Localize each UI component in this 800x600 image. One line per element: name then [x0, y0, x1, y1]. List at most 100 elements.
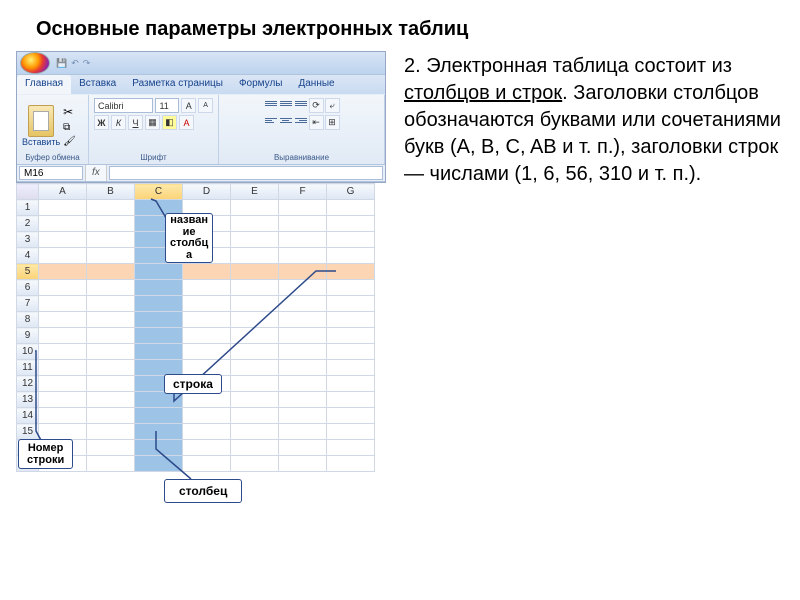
formula-bar[interactable]: [109, 166, 383, 180]
cell[interactable]: [231, 392, 279, 408]
cell[interactable]: [327, 232, 375, 248]
row-header[interactable]: 9: [17, 328, 39, 344]
wrap-text-button[interactable]: ⤶: [325, 98, 340, 113]
cell[interactable]: [39, 216, 87, 232]
cell[interactable]: [183, 424, 231, 440]
cell[interactable]: [327, 440, 375, 456]
cell[interactable]: [279, 360, 327, 376]
column-header[interactable]: G: [327, 184, 375, 200]
cell[interactable]: [39, 328, 87, 344]
cell[interactable]: [327, 280, 375, 296]
merge-button[interactable]: ⊞: [325, 115, 340, 130]
cell[interactable]: [39, 232, 87, 248]
cell[interactable]: [183, 344, 231, 360]
cell[interactable]: [231, 232, 279, 248]
cell[interactable]: [327, 424, 375, 440]
cell[interactable]: [231, 248, 279, 264]
cell[interactable]: [135, 408, 183, 424]
cell[interactable]: [231, 264, 279, 280]
cell[interactable]: [231, 360, 279, 376]
cell[interactable]: [327, 344, 375, 360]
cell[interactable]: [39, 344, 87, 360]
cell[interactable]: [279, 440, 327, 456]
cell[interactable]: [87, 216, 135, 232]
align-left-icon[interactable]: [264, 115, 278, 126]
cell[interactable]: [327, 248, 375, 264]
cell[interactable]: [87, 376, 135, 392]
tab-home[interactable]: Главная: [17, 75, 71, 94]
cell[interactable]: [279, 264, 327, 280]
cell[interactable]: [135, 312, 183, 328]
cell[interactable]: [135, 264, 183, 280]
cell[interactable]: [327, 328, 375, 344]
cell[interactable]: [87, 264, 135, 280]
cell[interactable]: [327, 408, 375, 424]
cell[interactable]: [39, 248, 87, 264]
cell[interactable]: [87, 392, 135, 408]
cell[interactable]: [279, 376, 327, 392]
cell[interactable]: [327, 456, 375, 472]
cell[interactable]: [135, 440, 183, 456]
cell[interactable]: [183, 328, 231, 344]
office-button-icon[interactable]: [20, 52, 50, 74]
tab-layout[interactable]: Разметка страницы: [124, 75, 231, 94]
cell[interactable]: [39, 280, 87, 296]
cell[interactable]: [39, 424, 87, 440]
decrease-indent-icon[interactable]: ⇤: [309, 115, 324, 130]
underline-button[interactable]: Ч: [128, 115, 143, 130]
paste-button[interactable]: Вставить: [22, 137, 60, 147]
column-header[interactable]: D: [183, 184, 231, 200]
cell[interactable]: [279, 344, 327, 360]
cell[interactable]: [231, 376, 279, 392]
cell[interactable]: [183, 264, 231, 280]
cell[interactable]: [183, 456, 231, 472]
cell[interactable]: [279, 408, 327, 424]
cell[interactable]: [183, 280, 231, 296]
cell[interactable]: [135, 344, 183, 360]
paste-icon[interactable]: [28, 105, 54, 137]
cell[interactable]: [87, 440, 135, 456]
border-button[interactable]: ▦: [145, 115, 160, 130]
cell[interactable]: [231, 424, 279, 440]
column-header[interactable]: B: [87, 184, 135, 200]
cell[interactable]: [87, 344, 135, 360]
fx-icon[interactable]: fx: [85, 165, 107, 181]
increase-font-icon[interactable]: A: [181, 98, 196, 113]
align-center-icon[interactable]: [279, 115, 293, 126]
cell[interactable]: [87, 248, 135, 264]
cell[interactable]: [87, 456, 135, 472]
cell[interactable]: [231, 296, 279, 312]
cell[interactable]: [39, 200, 87, 216]
cell[interactable]: [183, 440, 231, 456]
align-middle-icon[interactable]: [279, 98, 293, 109]
row-header[interactable]: 7: [17, 296, 39, 312]
row-header[interactable]: 15: [17, 424, 39, 440]
row-header[interactable]: 2: [17, 216, 39, 232]
cell[interactable]: [327, 360, 375, 376]
cell[interactable]: [279, 392, 327, 408]
row-header[interactable]: 6: [17, 280, 39, 296]
cell[interactable]: [327, 376, 375, 392]
cell[interactable]: [87, 408, 135, 424]
cell[interactable]: [39, 376, 87, 392]
row-header[interactable]: 4: [17, 248, 39, 264]
row-header[interactable]: 14: [17, 408, 39, 424]
cell[interactable]: [327, 216, 375, 232]
row-header[interactable]: 10: [17, 344, 39, 360]
cell[interactable]: [87, 296, 135, 312]
cell[interactable]: [231, 456, 279, 472]
cell[interactable]: [87, 280, 135, 296]
decrease-font-icon[interactable]: A: [198, 98, 213, 113]
copy-icon[interactable]: ⧉: [63, 122, 76, 133]
cell[interactable]: [183, 312, 231, 328]
cell[interactable]: [87, 200, 135, 216]
cell[interactable]: [279, 248, 327, 264]
cell[interactable]: [327, 264, 375, 280]
row-header[interactable]: 3: [17, 232, 39, 248]
cell[interactable]: [39, 360, 87, 376]
cell[interactable]: [87, 232, 135, 248]
cell[interactable]: [135, 280, 183, 296]
cell[interactable]: [87, 360, 135, 376]
column-header[interactable]: F: [279, 184, 327, 200]
cell[interactable]: [231, 312, 279, 328]
